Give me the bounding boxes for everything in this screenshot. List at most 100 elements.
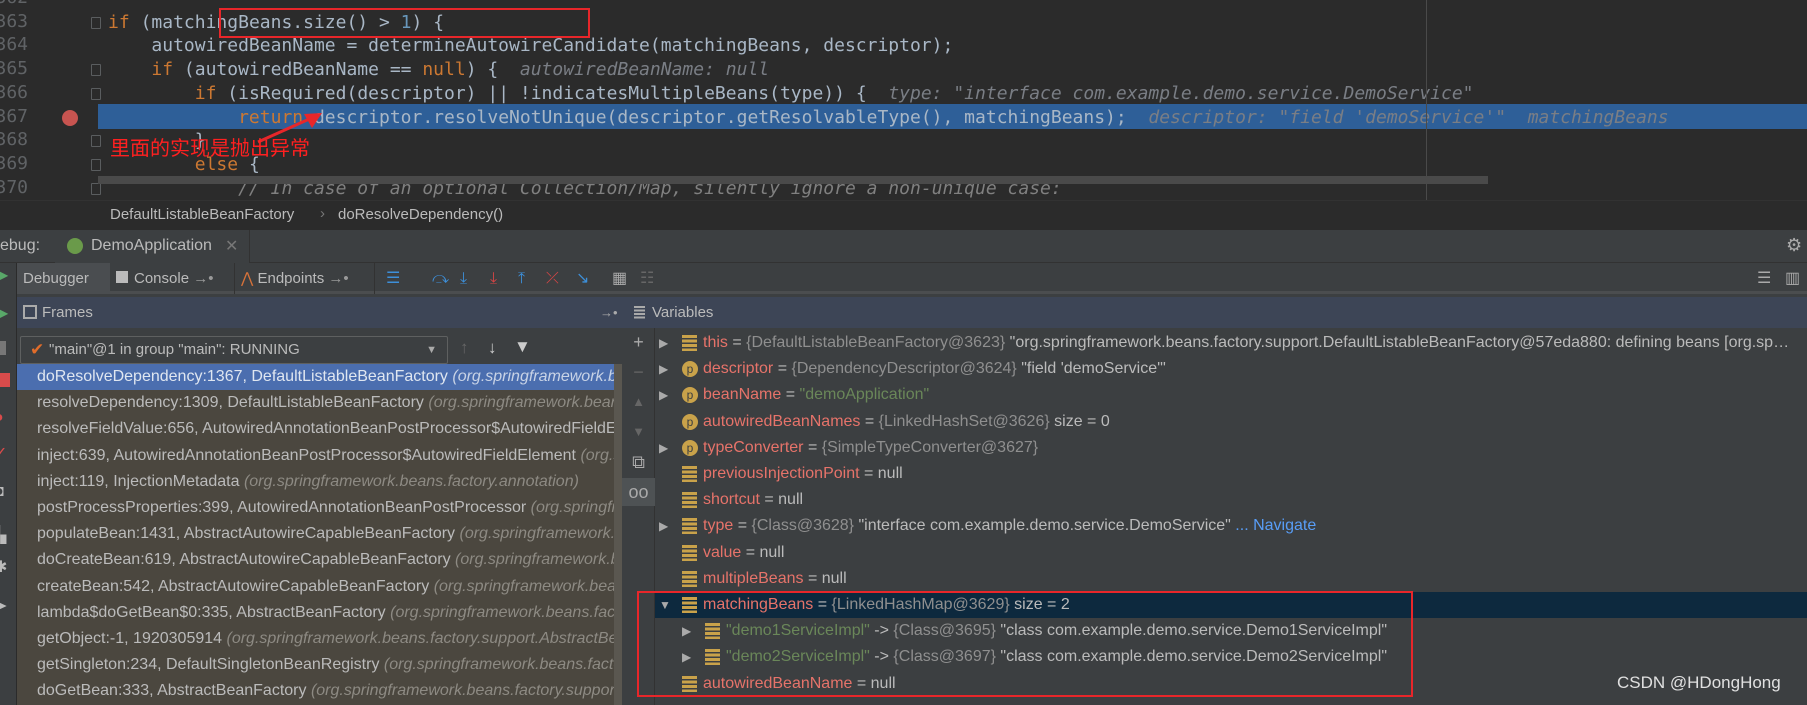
add-watch-icon[interactable]: + <box>622 332 655 353</box>
remove-watch-icon[interactable]: − <box>622 362 655 383</box>
stop-icon[interactable] <box>0 373 10 387</box>
frame-item[interactable]: resolveFieldValue:656, AutowiredAnnotati… <box>17 416 622 442</box>
variable-row[interactable]: multipleBeans = null <box>655 566 1807 592</box>
evaluate-expression-icon[interactable]: ▦ <box>612 263 627 294</box>
layout-icon[interactable]: ☰ <box>1757 263 1771 294</box>
move-up-icon[interactable]: ▲ <box>622 394 655 409</box>
breadcrumb-method[interactable]: doResolveDependency() <box>338 206 503 223</box>
field-icon <box>682 544 697 561</box>
force-step-into-icon[interactable]: ⤓ <box>490 263 497 294</box>
drop-frame-icon[interactable]: ⤫ <box>546 263 559 294</box>
frame-item[interactable]: inject:119, InjectionMetadata (org.sprin… <box>17 469 622 495</box>
tab-demo-application[interactable]: DemoApplication ✕ <box>55 230 250 263</box>
frames-scrollbar[interactable] <box>614 364 622 705</box>
gear-icon[interactable]: ⚙ <box>1786 235 1802 256</box>
frame-item[interactable]: inject:639, AutowiredAnnotationBeanPostP… <box>17 443 622 469</box>
frame-item[interactable]: getObject:-1, 1920305914 (org.springfram… <box>17 626 622 652</box>
annotation-box-matching-beans <box>637 591 1413 697</box>
restore-layout-icon[interactable]: ▚ <box>0 525 6 545</box>
check-icon: ✔ <box>30 340 45 359</box>
variable-row[interactable]: value = null <box>655 540 1807 566</box>
rerun-icon[interactable]: ▶ <box>0 265 8 285</box>
frame-method: lambda$doGetBean$0:335, AbstractBeanFact… <box>37 603 391 621</box>
tab-label: Console <box>134 270 190 287</box>
frame-item[interactable]: populateBean:1431, AbstractAutowireCapab… <box>17 521 622 547</box>
frames-icon <box>23 305 37 319</box>
variable-row[interactable]: shortcut = null <box>655 487 1807 513</box>
settings-icon[interactable]: ✱ <box>0 557 7 577</box>
variable-row[interactable]: ▶ p typeConverter = {SimpleTypeConverter@3… <box>655 435 1807 461</box>
expand-arrow-icon[interactable]: ▶ <box>659 382 668 408</box>
code-token: if <box>151 59 174 81</box>
expand-arrow-icon[interactable]: ▶ <box>659 356 668 382</box>
copy-icon[interactable]: ⧉ <box>622 452 655 473</box>
camera-icon[interactable]: ◘ <box>0 483 4 501</box>
expand-arrow-icon[interactable]: ▶ <box>659 330 668 356</box>
tab-debugger[interactable]: Debugger <box>17 263 110 294</box>
variable-name: value <box>703 543 742 561</box>
frame-item[interactable]: getSingleton:234, DefaultSingletonBeanRe… <box>17 652 622 678</box>
breadcrumb-class[interactable]: DefaultListableBeanFactory <box>110 206 294 223</box>
frame-item[interactable]: postProcessProperties:399, AutowiredAnno… <box>17 495 622 521</box>
arrow-down-icon[interactable]: ↓ <box>488 338 497 358</box>
run-to-cursor-icon[interactable]: ↘ <box>576 263 589 294</box>
frame-item[interactable]: doGetBean:333, AbstractBeanFactory (org.… <box>17 678 622 704</box>
variable-row[interactable]: ▶ this = {DefaultListableBeanFactory@3623… <box>655 330 1807 356</box>
resume-icon[interactable]: ▶ <box>0 303 8 323</box>
frame-item[interactable]: doResolveDependency:1367, DefaultListabl… <box>17 364 622 391</box>
field-icon <box>682 335 697 351</box>
code-editor[interactable]: 362363 if (matchingBeans.size() > 1) {36… <box>0 0 1807 200</box>
frame-item[interactable]: lambda$doGetBean$0:335, AbstractBeanFact… <box>17 600 622 626</box>
watermark: CSDN @HDongHong <box>1617 673 1781 692</box>
show-execution-point-icon[interactable]: ☰ <box>386 263 400 294</box>
mute-breakpoints-icon[interactable]: ✓ <box>0 443 7 463</box>
field-icon <box>682 570 697 587</box>
step-into-icon[interactable]: ⤓ <box>460 263 467 294</box>
breadcrumb: DefaultListableBeanFactory › doResolveDe… <box>0 200 1807 230</box>
glasses-icon[interactable]: oo <box>622 478 655 506</box>
restore-layout-icon[interactable]: ▥ <box>1785 263 1800 294</box>
frame-item[interactable]: createBean:542, AbstractAutowireCapableB… <box>17 574 622 600</box>
variable-name: type <box>703 517 734 535</box>
frame-item[interactable]: resolveDependency:1309, DefaultListableB… <box>17 390 622 416</box>
move-down-icon[interactable]: ▼ <box>622 424 655 439</box>
variable-name: beanName <box>703 386 782 404</box>
pin-icon[interactable]: →• <box>600 297 618 328</box>
pause-icon[interactable] <box>0 341 6 355</box>
right-margin-guide <box>1426 0 1427 200</box>
debug-label: ebug: <box>0 237 41 254</box>
variable-row[interactable]: ▶ type = {Class@3628} "interface com.exam… <box>655 513 1807 539</box>
thread-selector[interactable]: ✔ "main"@1 in group "main": RUNNING ▼ <box>20 336 448 364</box>
variable-row[interactable]: ▶ p descriptor = {DependencyDescriptor@362… <box>655 356 1807 382</box>
parameter-icon: p <box>682 439 698 456</box>
expand-arrow-icon[interactable]: ▶ <box>659 435 668 461</box>
frames-list: doResolveDependency:1367, DefaultListabl… <box>17 364 622 705</box>
variable-row[interactable]: ▶ p beanName = "demoApplication" <box>655 382 1807 408</box>
navigate-link[interactable]: ... Navigate <box>1231 517 1316 534</box>
trace-icon[interactable]: ☷ <box>640 263 654 294</box>
frame-package: (org.springframework.beans.factory.suppo… <box>459 525 623 543</box>
variable-type: {Class@3628} <box>751 517 855 535</box>
pin-icon[interactable]: ➤ <box>0 596 7 616</box>
arrow-up-icon[interactable]: ↑ <box>460 338 469 358</box>
variable-row[interactable]: previousInjectionPoint = null <box>655 461 1807 487</box>
filter-icon[interactable]: ▼ <box>514 337 531 357</box>
parameter-icon: p <box>682 361 698 378</box>
code-token: descriptor: "field 'demoService'" matchi… <box>1148 106 1669 128</box>
frame-item[interactable]: doCreateBean:619, AbstractAutowireCapabl… <box>17 547 622 573</box>
frame-method: doGetBean:333, AbstractBeanFactory <box>37 682 311 700</box>
breakpoint-icon[interactable] <box>62 110 78 126</box>
variable-row[interactable]: p autowiredBeanNames = {LinkedHashSet@362… <box>655 409 1807 435</box>
close-icon[interactable]: ✕ <box>225 236 238 256</box>
horizontal-scrollbar[interactable] <box>98 176 1488 184</box>
step-out-icon[interactable]: ⤒ <box>518 263 525 294</box>
chevron-down-icon: ▼ <box>426 344 437 356</box>
tab-endpoints[interactable]: ⋀ Endpoints →• <box>235 263 375 294</box>
view-breakpoints-icon[interactable]: ● <box>0 409 4 427</box>
expand-arrow-icon[interactable]: ▶ <box>659 513 668 539</box>
step-over-icon[interactable]: ⤼ <box>432 263 449 294</box>
frame-method: inject:639, AutowiredAnnotationBeanPostP… <box>37 446 581 464</box>
tab-console[interactable]: Console →• <box>110 263 235 294</box>
frame-package: (org.springframework.beans.factory.suppo… <box>226 629 622 647</box>
frames-panel: ✔ "main"@1 in group "main": RUNNING ▼ ↑ … <box>17 328 622 705</box>
